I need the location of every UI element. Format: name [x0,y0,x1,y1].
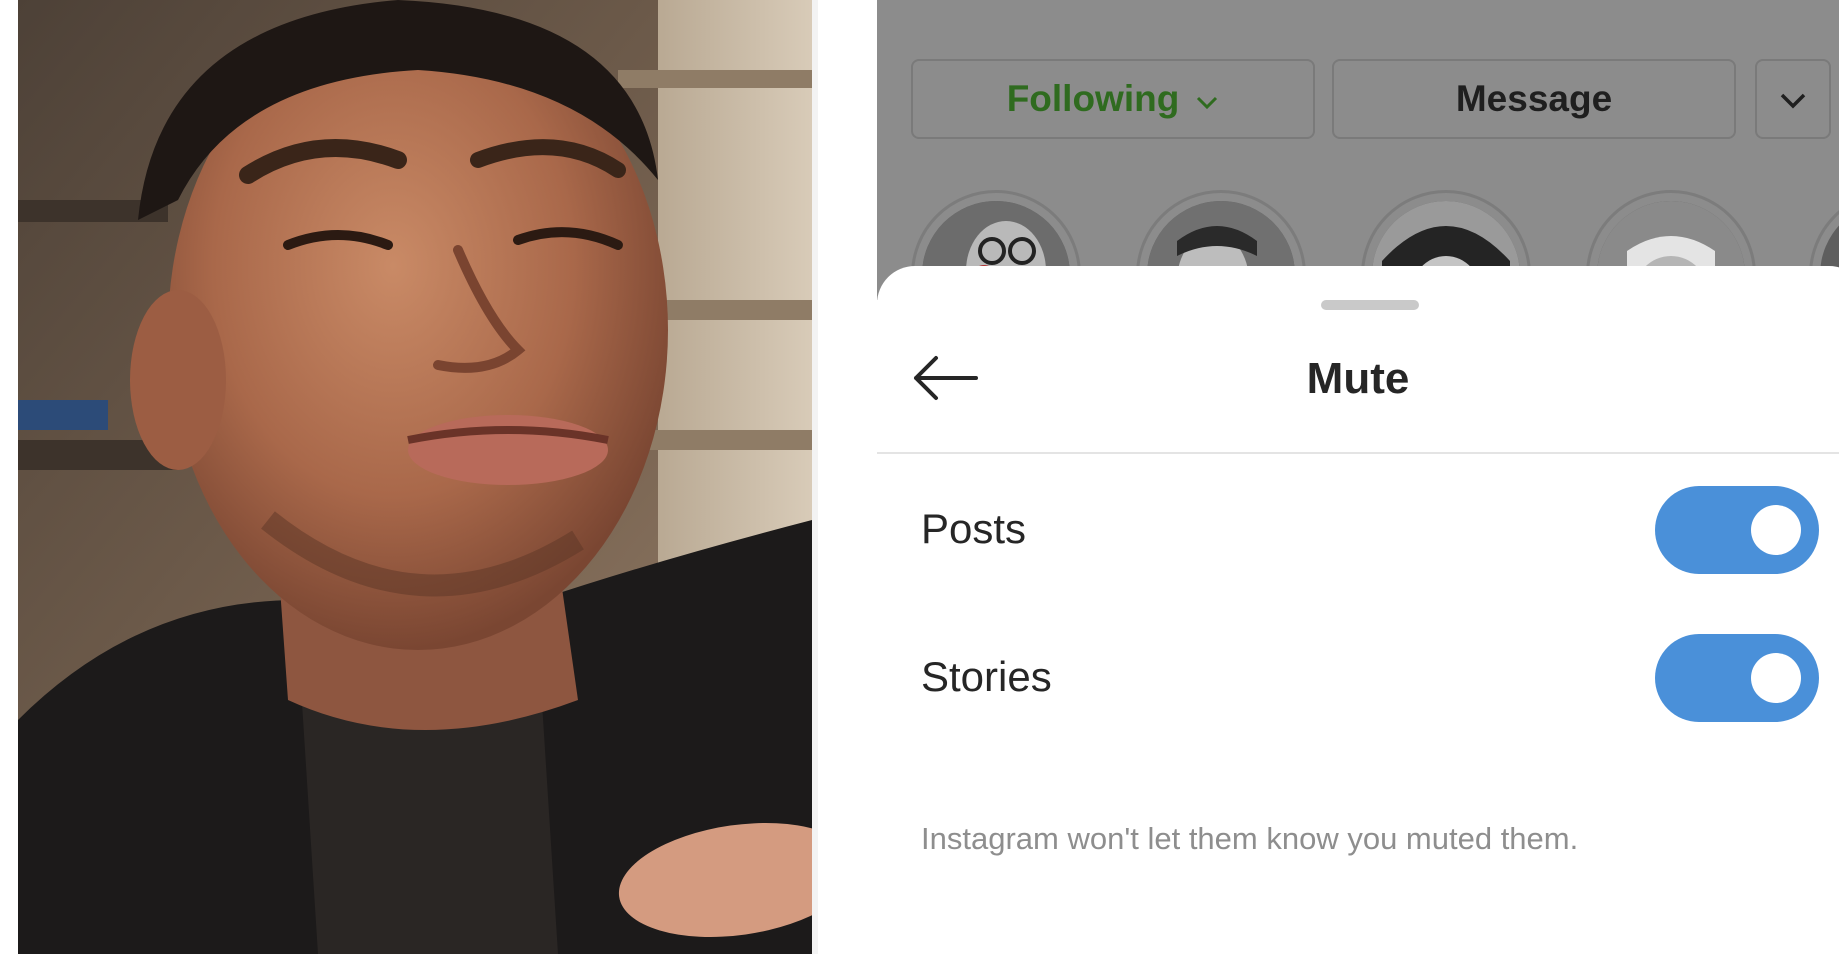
mute-option-posts: Posts [877,479,1839,579]
following-button[interactable]: Following [911,59,1315,139]
message-button[interactable]: Message [1332,59,1736,139]
divider [877,452,1839,454]
toggle-knob [1751,653,1801,703]
posts-mute-toggle[interactable] [1655,486,1819,574]
sheet-drag-handle[interactable] [1321,300,1419,310]
option-label: Stories [921,653,1052,700]
following-label: Following [1006,78,1180,119]
suggested-accounts-button[interactable] [1755,59,1831,139]
screenshot-canvas: Following Message Mute Posts Stories Ins… [0,0,1839,954]
mute-bottom-sheet: Mute Posts Stories Instagram won't let t… [877,266,1839,954]
sheet-title: Mute [1306,354,1410,403]
image-divider [812,0,818,954]
instagram-screen: Following Message Mute Posts Stories Ins… [877,0,1839,954]
mute-disclaimer: Instagram won't let them know you muted … [921,821,1579,856]
toggle-knob [1751,505,1801,555]
stories-mute-toggle[interactable] [1655,634,1819,722]
chevron-down-icon [1778,78,1808,120]
option-label: Posts [921,505,1027,552]
chevron-down-icon [1195,78,1219,120]
selfie-photo [18,0,812,954]
message-label: Message [1455,78,1613,119]
mute-option-stories: Stories [877,627,1839,727]
